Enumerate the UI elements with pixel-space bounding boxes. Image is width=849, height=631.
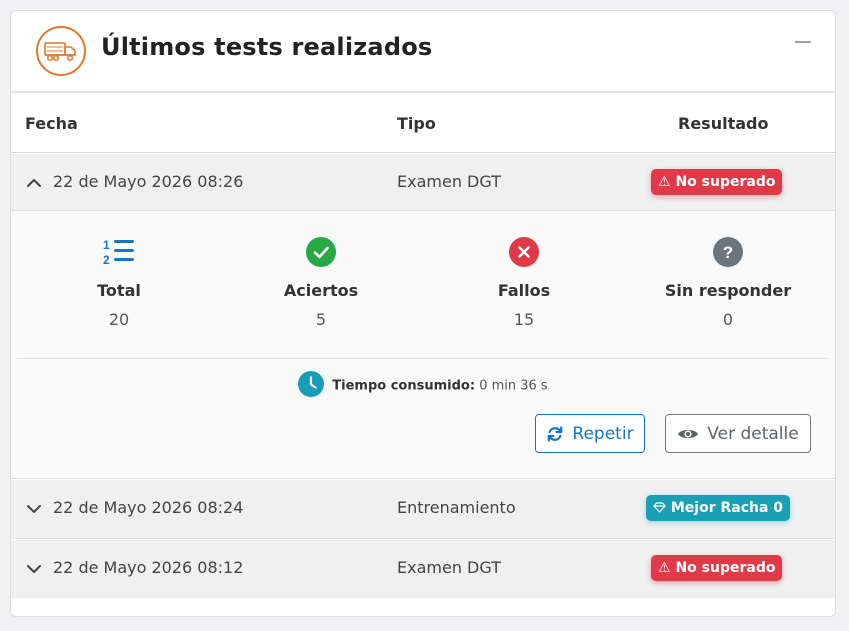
chevron-down-icon[interactable] (25, 560, 43, 578)
stat-value: 20 (108, 310, 130, 329)
stat-total: 1 2 Total 20 (19, 237, 219, 329)
row-date: 22 de Mayo 2026 08:24 (53, 498, 244, 517)
table-row[interactable]: 22 de Mayo 2026 08:26 Examen DGT ⚠ No su… (11, 154, 835, 211)
collapse-button[interactable] (795, 41, 811, 43)
check-circle-icon (221, 237, 421, 267)
status-badge-label: No superado (675, 560, 776, 576)
numbered-list-icon: 1 2 (19, 237, 219, 267)
svg-text:2: 2 (103, 253, 110, 267)
header-date: Fecha (25, 114, 78, 133)
stat-label: Sin responder (664, 281, 792, 300)
row-date: 22 de Mayo 2026 08:26 (53, 172, 244, 191)
stat-value: 0 (722, 310, 734, 329)
card-header: Últimos tests realizados (11, 11, 835, 93)
row-type: Examen DGT (397, 172, 501, 191)
table-row[interactable]: 22 de Mayo 2026 08:12 Examen DGT ⚠ No su… (11, 540, 835, 598)
svg-text:1: 1 (103, 238, 110, 252)
table-header: Fecha Tipo Resultado (11, 95, 835, 153)
stat-label: Total (97, 281, 141, 300)
stat-unanswered: ? Sin responder 0 (628, 237, 828, 329)
divider (17, 358, 829, 359)
x-circle-icon (424, 237, 624, 267)
status-badge: Mejor Racha 0 (646, 495, 791, 521)
time-label: Tiempo consumido: (332, 378, 476, 394)
status-badge: ⚠ No superado (651, 555, 783, 581)
card-title: Últimos tests realizados (101, 33, 433, 61)
clock-icon (298, 371, 325, 401)
stat-wrong: Fallos 15 (424, 237, 624, 329)
stat-label: Aciertos (283, 281, 359, 300)
header-type: Tipo (397, 114, 436, 133)
status-badge: ⚠ No superado (651, 169, 783, 195)
view-detail-button-label: Ver detalle (707, 423, 799, 444)
svg-text:?: ? (723, 243, 733, 262)
status-badge-label: Mejor Racha 0 (670, 500, 784, 516)
repeat-button[interactable]: Repetir (535, 414, 645, 453)
stat-label: Fallos (497, 281, 551, 300)
row-detail-panel: 1 2 Total 20 Aciertos 5 Fallos 15 ? Sin … (11, 211, 835, 479)
chevron-down-icon[interactable] (25, 500, 43, 518)
stat-correct: Aciertos 5 (221, 237, 421, 329)
repeat-button-label: Repetir (572, 423, 634, 444)
row-type: Entrenamiento (397, 498, 516, 517)
status-badge-label: No superado (675, 174, 776, 190)
row-type: Examen DGT (397, 558, 501, 577)
question-circle-icon: ? (628, 237, 828, 267)
row-date: 22 de Mayo 2026 08:12 (53, 558, 244, 577)
view-detail-button[interactable]: Ver detalle (665, 414, 811, 453)
chevron-up-icon[interactable] (25, 174, 43, 192)
warning-icon: ⚠ (658, 174, 671, 190)
truck-icon (36, 26, 86, 76)
stat-value: 5 (315, 310, 327, 329)
recent-tests-card: Últimos tests realizados Fecha Tipo Resu… (10, 10, 836, 617)
eye-icon (677, 426, 699, 442)
warning-icon: ⚠ (658, 560, 671, 576)
stat-value: 15 (513, 310, 535, 329)
header-result: Resultado (678, 114, 769, 133)
time-value: 0 min 36 s (479, 378, 548, 394)
time-consumed: Tiempo consumido: 0 min 36 s (11, 371, 835, 401)
table-row[interactable]: 22 de Mayo 2026 08:24 Entrenamiento Mejo… (11, 480, 835, 539)
refresh-icon (546, 425, 564, 443)
diamond-icon (653, 500, 671, 516)
